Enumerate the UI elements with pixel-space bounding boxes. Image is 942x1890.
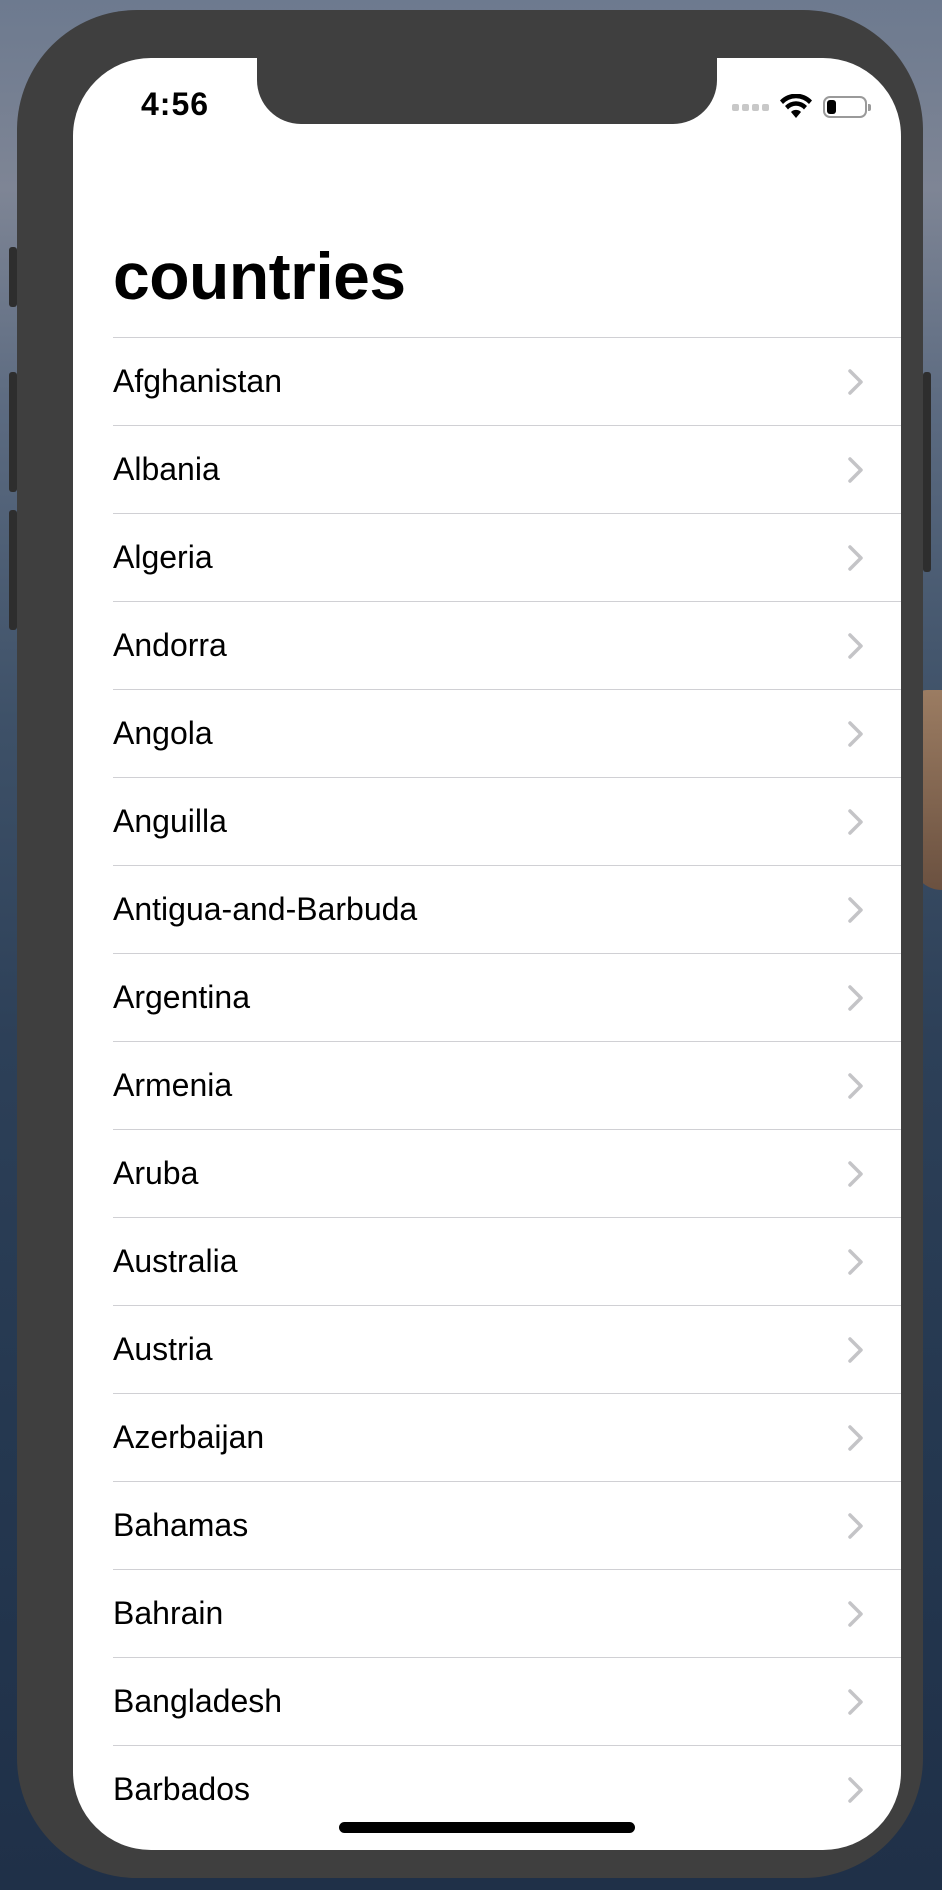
chevron-right-icon	[848, 457, 863, 483]
page-title: countries	[113, 239, 406, 313]
chevron-right-icon	[848, 1513, 863, 1539]
list-item[interactable]: Albania	[113, 425, 901, 513]
country-list: Afghanistan Albania Algeria Andorra Angola An…	[113, 337, 901, 1833]
list-item[interactable]: Bahrain	[113, 1569, 901, 1657]
device-screen: 4:56 countries Afghanistan Albania Algeria…	[73, 58, 901, 1850]
mute-switch	[9, 247, 17, 307]
list-item-label: Armenia	[113, 1067, 233, 1103]
chevron-right-icon	[848, 1161, 863, 1187]
wifi-icon	[780, 94, 812, 118]
list-item[interactable]: Austria	[113, 1305, 901, 1393]
battery-icon	[823, 96, 871, 118]
list-item-label: Afghanistan	[113, 363, 283, 399]
chevron-right-icon	[848, 1601, 863, 1627]
chevron-right-icon	[848, 985, 863, 1011]
list-item[interactable]: Australia	[113, 1217, 901, 1305]
list-item-label: Anguilla	[113, 803, 227, 839]
list-item-label: Argentina	[113, 979, 250, 1015]
battery-level	[827, 100, 836, 114]
chevron-right-icon	[848, 545, 863, 571]
list-item-label: Barbados	[113, 1771, 250, 1807]
list-item-label: Antigua-and-Barbuda	[113, 891, 418, 927]
cellular-signal-icon	[732, 103, 769, 111]
power-button	[923, 372, 931, 572]
list-item-label: Austria	[113, 1331, 213, 1367]
chevron-right-icon	[848, 1073, 863, 1099]
chevron-right-icon	[848, 369, 863, 395]
list-item[interactable]: Bangladesh	[113, 1657, 901, 1745]
list-item-label: Australia	[113, 1243, 238, 1279]
list-item-label: Bahrain	[113, 1595, 224, 1631]
list-item[interactable]: Afghanistan	[113, 337, 901, 425]
list-item-label: Albania	[113, 451, 220, 487]
list-item[interactable]: Argentina	[113, 953, 901, 1041]
list-item-label: Bangladesh	[113, 1683, 283, 1719]
list-item-label: Algeria	[113, 539, 213, 575]
list-item[interactable]: Anguilla	[113, 777, 901, 865]
chevron-right-icon	[848, 1249, 863, 1275]
device-frame: 4:56 countries Afghanistan Albania Algeria…	[9, 10, 931, 1878]
chevron-right-icon	[848, 1425, 863, 1451]
camera-notch	[257, 58, 717, 124]
chevron-right-icon	[848, 633, 863, 659]
volume-down-button	[9, 510, 17, 630]
list-item[interactable]: Armenia	[113, 1041, 901, 1129]
chevron-right-icon	[848, 809, 863, 835]
chevron-right-icon	[848, 1777, 863, 1803]
list-item[interactable]: Angola	[113, 689, 901, 777]
list-item-label: Bahamas	[113, 1507, 249, 1543]
list-item[interactable]: Bahamas	[113, 1481, 901, 1569]
list-item-label: Azerbaijan	[113, 1419, 265, 1455]
list-item[interactable]: Azerbaijan	[113, 1393, 901, 1481]
list-item[interactable]: Algeria	[113, 513, 901, 601]
list-item[interactable]: Aruba	[113, 1129, 901, 1217]
chevron-right-icon	[848, 1337, 863, 1363]
list-item-label: Aruba	[113, 1155, 199, 1191]
status-indicators	[732, 92, 871, 122]
status-time: 4:56	[141, 86, 210, 122]
list-item[interactable]: Andorra	[113, 601, 901, 689]
volume-up-button	[9, 372, 17, 492]
chevron-right-icon	[848, 897, 863, 923]
list-item-label: Angola	[113, 715, 213, 751]
chevron-right-icon	[848, 1689, 863, 1715]
list-item-label: Andorra	[113, 627, 227, 663]
list-item[interactable]: Barbados	[113, 1745, 901, 1833]
list-item[interactable]: Antigua-and-Barbuda	[113, 865, 901, 953]
home-indicator[interactable]	[339, 1822, 635, 1833]
chevron-right-icon	[848, 721, 863, 747]
